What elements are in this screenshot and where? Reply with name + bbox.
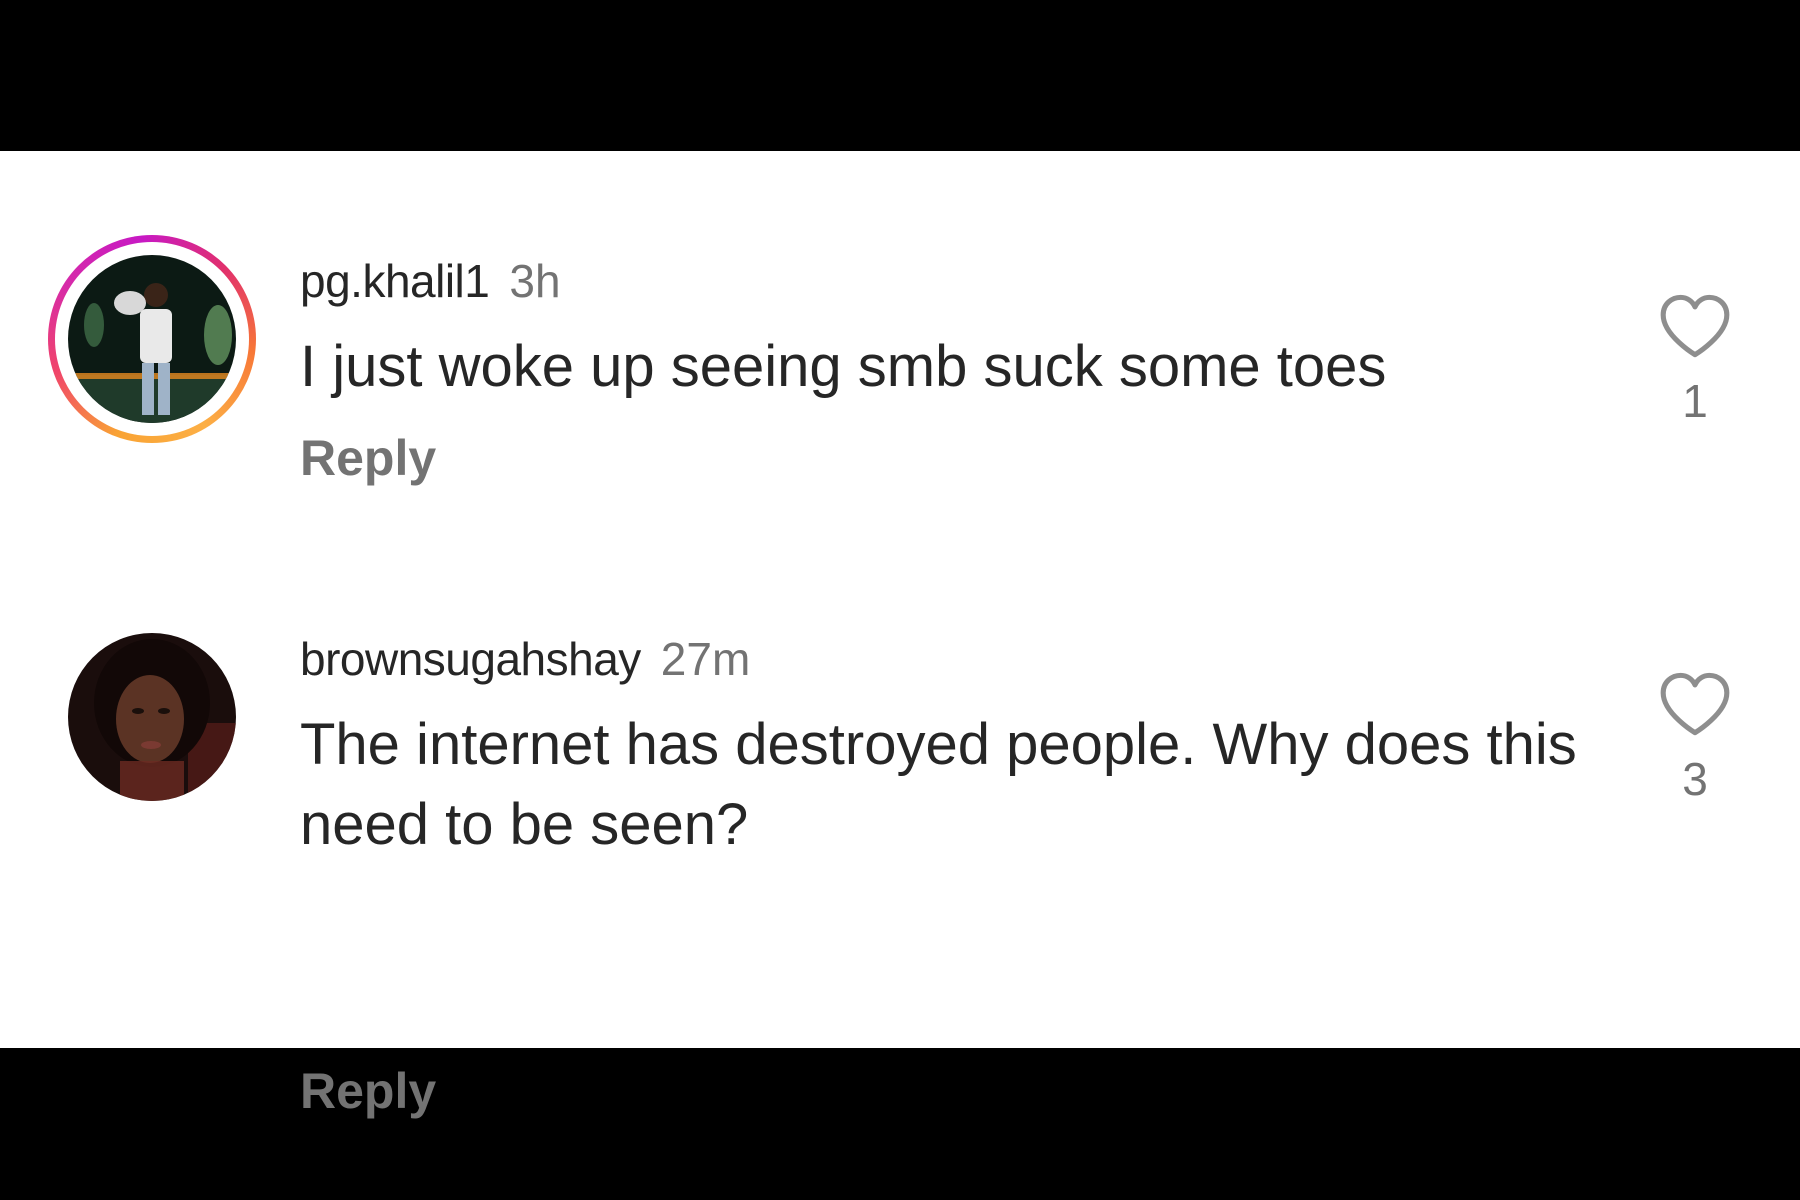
avatar[interactable] <box>68 633 236 801</box>
avatar-photo <box>68 255 236 423</box>
avatar-with-story-ring[interactable] <box>48 235 256 443</box>
like-count: 1 <box>1682 375 1708 427</box>
avatar[interactable] <box>68 255 236 423</box>
reply-button[interactable]: Reply <box>300 428 436 488</box>
username[interactable]: brownsugahshay <box>300 633 641 685</box>
screenshot-frame: pg.khalil1 3h I just woke up seeing smb s… <box>0 0 1800 1200</box>
heart-outline-icon <box>1660 672 1730 736</box>
comment-text: The internet has destroyed people. Why d… <box>300 712 1577 857</box>
avatar-wrap[interactable] <box>48 613 256 821</box>
like-button[interactable]: 3 <box>1655 669 1735 805</box>
comment-meta: pg.khalil1 3h <box>300 253 561 309</box>
comments-panel: pg.khalil1 3h I just woke up seeing smb s… <box>0 151 1800 1119</box>
reply-button[interactable]: Reply <box>300 1061 436 1121</box>
comment-text: I just woke up seeing smb suck some toes <box>300 334 1387 399</box>
timestamp: 27m <box>660 633 751 685</box>
comment-meta: brownsugahshay 27m <box>300 631 750 687</box>
like-count: 3 <box>1682 753 1708 805</box>
timestamp: 3h <box>509 255 561 307</box>
avatar-photo <box>68 633 236 801</box>
username[interactable]: pg.khalil1 <box>300 255 490 307</box>
like-button[interactable]: 1 <box>1655 291 1735 427</box>
heart-outline-icon <box>1660 294 1730 358</box>
